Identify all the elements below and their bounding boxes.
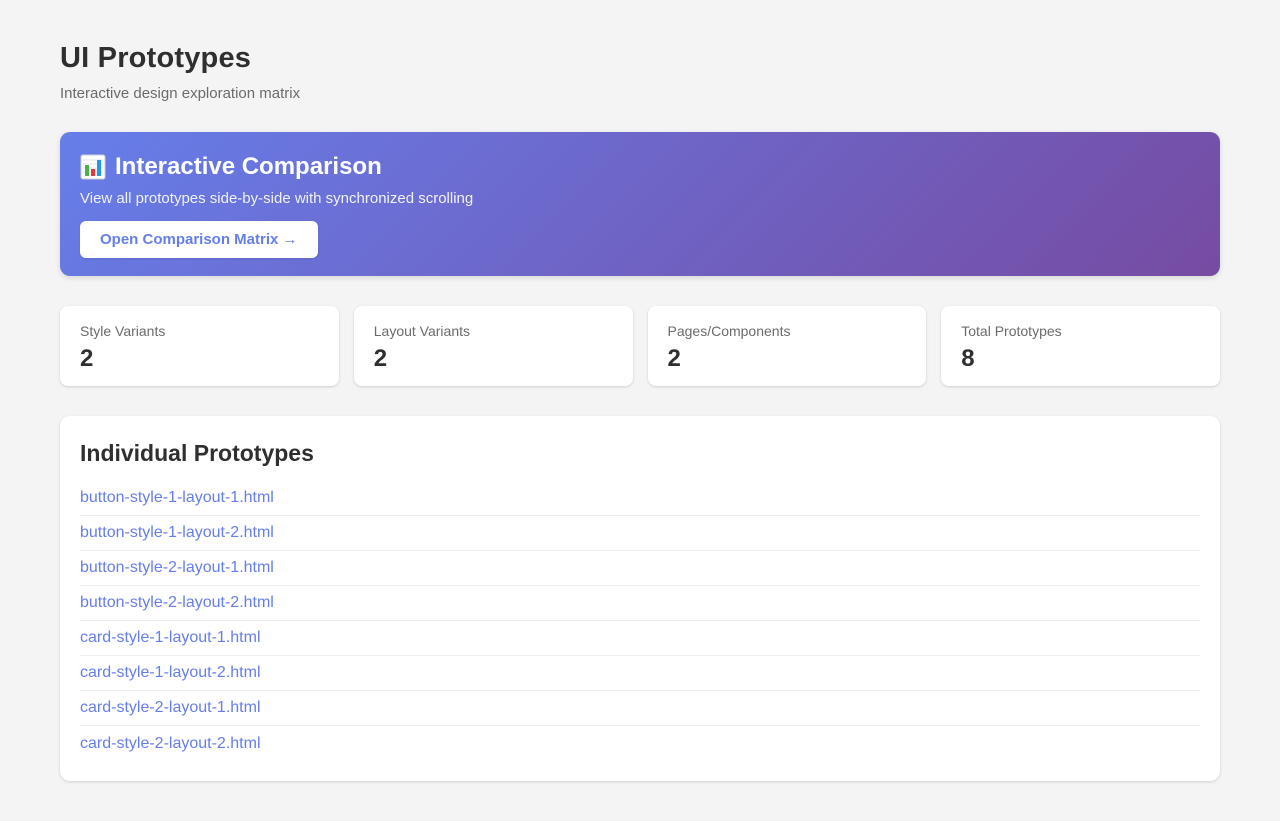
individual-prototypes-card: Individual Prototypes button-style-1-lay… [60, 416, 1220, 781]
stat-card-style-variants: Style Variants 2 [60, 306, 339, 386]
stat-label: Total Prototypes [961, 323, 1200, 339]
banner-description: View all prototypes side-by-side with sy… [80, 190, 1200, 207]
page-title: UI Prototypes [60, 42, 1220, 75]
list-item: button-style-2-layout-1.html [80, 551, 1200, 586]
prototype-link[interactable]: button-style-1-layout-2.html [80, 524, 274, 542]
banner-title-text: Interactive Comparison [115, 153, 382, 181]
prototype-link[interactable]: card-style-2-layout-2.html [80, 735, 261, 753]
list-item: card-style-1-layout-1.html [80, 621, 1200, 656]
stat-value: 8 [961, 345, 1200, 373]
list-item: card-style-1-layout-2.html [80, 656, 1200, 691]
stat-value: 2 [668, 345, 907, 373]
list-item: card-style-2-layout-2.html [80, 726, 1200, 761]
stat-label: Layout Variants [374, 323, 613, 339]
individual-prototypes-title: Individual Prototypes [80, 440, 1200, 467]
banner-title: Interactive Comparison [80, 153, 1200, 181]
stat-label: Pages/Components [668, 323, 907, 339]
list-item: button-style-1-layout-2.html [80, 516, 1200, 551]
open-comparison-matrix-button[interactable]: Open Comparison Matrix → [80, 221, 318, 258]
stat-card-total-prototypes: Total Prototypes 8 [941, 306, 1220, 386]
list-item: card-style-2-layout-1.html [80, 691, 1200, 726]
prototype-link[interactable]: button-style-2-layout-2.html [80, 594, 274, 612]
stat-value: 2 [374, 345, 613, 373]
prototype-link[interactable]: card-style-1-layout-2.html [80, 664, 261, 682]
prototype-link[interactable]: button-style-2-layout-1.html [80, 559, 274, 577]
list-item: button-style-1-layout-1.html [80, 481, 1200, 516]
list-item: button-style-2-layout-2.html [80, 586, 1200, 621]
stat-card-layout-variants: Layout Variants 2 [354, 306, 633, 386]
bar-chart-icon [80, 154, 106, 180]
prototype-link[interactable]: card-style-1-layout-1.html [80, 629, 261, 647]
prototype-link[interactable]: card-style-2-layout-1.html [80, 699, 261, 717]
prototype-link[interactable]: button-style-1-layout-1.html [80, 489, 274, 507]
page-container: UI Prototypes Interactive design explora… [0, 0, 1280, 821]
page-subtitle: Interactive design exploration matrix [60, 85, 1220, 102]
stats-row: Style Variants 2 Layout Variants 2 Pages… [60, 306, 1220, 386]
stat-card-pages-components: Pages/Components 2 [648, 306, 927, 386]
stat-label: Style Variants [80, 323, 319, 339]
prototype-list: button-style-1-layout-1.html button-styl… [80, 481, 1200, 761]
interactive-comparison-banner: Interactive Comparison View all prototyp… [60, 132, 1220, 276]
stat-value: 2 [80, 345, 319, 373]
